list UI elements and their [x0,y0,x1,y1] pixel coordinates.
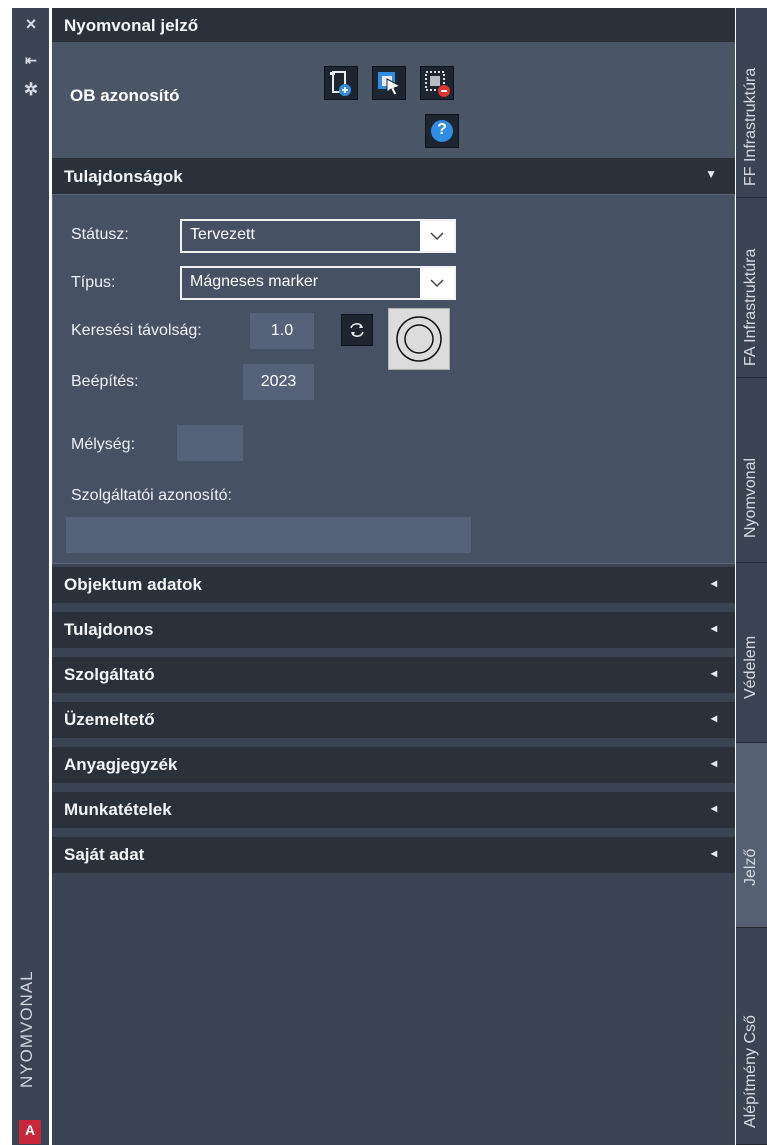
section-header-uzemelteto[interactable]: Üzemeltető ◂ [52,702,735,738]
delete-object-icon [425,71,450,97]
section-header-munkatetelek[interactable]: Munkatételek ◂ [52,792,735,828]
section-title: Saját adat [64,845,145,864]
collapse-arrow-icon: ◂ [710,801,717,815]
section-header-tulajdonos[interactable]: Tulajdonos ◂ [52,612,735,648]
tab-label: Nyomvonal [742,457,759,538]
settings-icon[interactable]: ✲ [21,80,41,100]
install-label: Beépítés: [71,373,139,390]
search-distance-label: Keresési távolság: [71,322,202,339]
add-object-button[interactable] [324,66,358,100]
status-value: Tervezett [190,226,255,243]
search-distance-field[interactable]: 1.0 [250,313,314,349]
close-icon[interactable]: × [21,14,41,35]
type-value: Mágneses marker [190,273,319,290]
section-title: Üzemeltető [64,710,155,729]
refresh-button[interactable] [341,314,373,346]
section-title: Szolgáltató [64,665,155,684]
tab-ff-infrastruktura[interactable]: FF Infrastruktúra [736,8,767,198]
section-title: Objektum adatok [64,575,202,594]
section-title: Anyagjegyzék [64,755,178,774]
collapse-arrow-icon: ◂ [710,666,717,680]
refresh-icon [350,323,364,337]
delete-object-button[interactable] [420,66,454,100]
expand-arrow-icon: ▼ [705,167,717,181]
section-title: Tulajdonos [64,620,154,639]
tab-fa-infrastruktura[interactable]: FA Infrastruktúra [736,198,767,378]
panel-title-bar: Nyomvonal jelző [52,8,735,42]
tab-alepitmeny-cso[interactable]: Alépítmény Cső [736,928,767,1145]
depth-field[interactable] [177,425,243,461]
tab-label: Jelző [742,848,759,886]
select-object-button[interactable] [372,66,406,100]
pin-icon[interactable]: ⇤ [21,52,41,69]
depth-label: Mélység: [71,436,136,453]
chevron-down-icon[interactable] [420,268,454,298]
tab-label: Védelem [742,635,759,699]
tab-vedelem[interactable]: Védelem [736,563,767,743]
ob-area: OB azonosító ? [52,42,735,158]
help-button[interactable]: ? [425,114,459,148]
app-logo-icon: A [19,1120,41,1144]
properties-body: Státusz: Tervezett Típus: Mágneses marke… [52,194,735,564]
properties-panel: Nyomvonal jelző OB azonosító ? Tulajdons… [52,8,735,1145]
type-select[interactable]: Mágneses marker [180,266,456,300]
section-header-properties[interactable]: Tulajdonságok ▼ [52,158,735,194]
collapse-arrow-icon: ◂ [710,756,717,770]
provider-id-label: Szolgáltatói azonosító: [71,487,232,504]
type-label: Típus: [71,274,116,291]
section-title: Munkatételek [64,800,172,819]
collapse-arrow-icon: ◂ [710,621,717,635]
tab-nyomvonal[interactable]: Nyomvonal [736,378,767,563]
section-header-szolgaltato[interactable]: Szolgáltató ◂ [52,657,735,693]
select-object-icon [378,72,402,96]
collapse-arrow-icon: ◂ [710,711,717,725]
install-field[interactable]: 2023 [243,364,314,400]
marker-symbol-preview[interactable] [388,308,450,370]
tab-label: FA Infrastruktúra [742,248,759,366]
help-glyph: ? [437,121,447,138]
provider-id-field[interactable] [66,517,471,553]
section-header-anyagjegyzek[interactable]: Anyagjegyzék ◂ [52,747,735,783]
ob-label: OB azonosító [70,86,180,105]
panel-title: Nyomvonal jelző [64,16,199,35]
right-tab-strip: FF Infrastruktúra FA Infrastruktúra Nyom… [736,8,767,1145]
collapse-arrow-icon: ◂ [710,576,717,590]
palette-title: NYOMVONAL [17,970,36,1088]
tab-jelzo[interactable]: Jelző [736,743,767,928]
tab-label: FF Infrastruktúra [742,67,759,186]
chevron-down-icon[interactable] [420,221,454,251]
section-title: Tulajdonságok [64,167,183,186]
status-select[interactable]: Tervezett [180,219,456,253]
status-label: Státusz: [71,226,129,243]
marker-circle-icon [396,316,442,362]
add-object-icon [330,71,351,96]
tab-label: Alépítmény Cső [742,1015,759,1128]
left-palette-strip: × ⇤ ✲ NYOMVONAL A [12,8,49,1145]
section-header-objektum-adatok[interactable]: Objektum adatok ◂ [52,567,735,603]
section-header-sajat-adat[interactable]: Saját adat ◂ [52,837,735,873]
collapse-arrow-icon: ◂ [710,846,717,860]
